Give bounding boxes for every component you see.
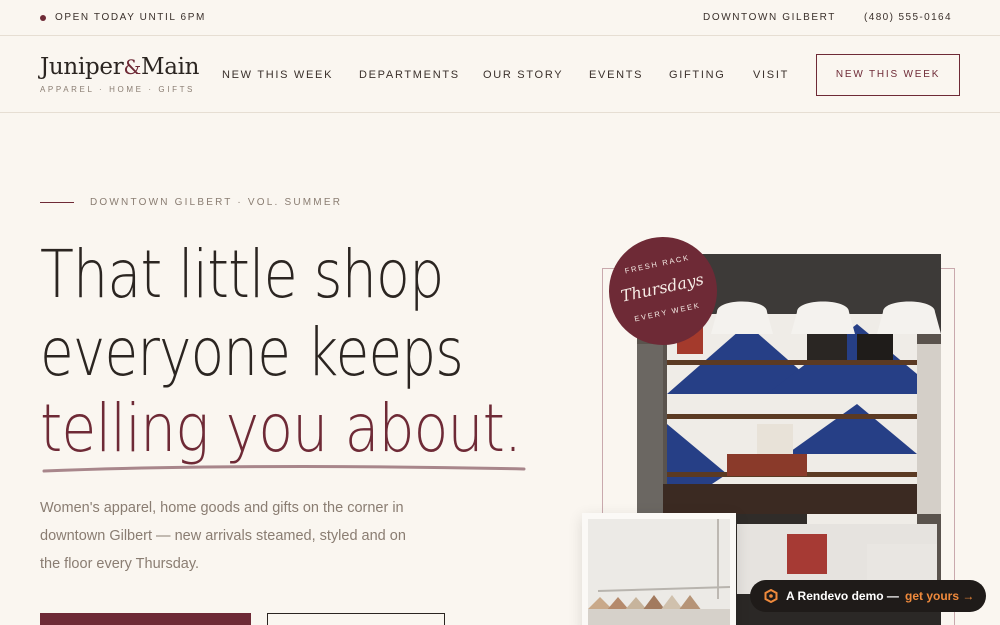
headline-line-3: telling you about. [40,390,522,467]
store-hours: OPEN TODAY UNTIL 6PM [55,12,206,23]
nav-our-story[interactable]: OUR STORY [483,69,563,81]
brand-logo[interactable]: Juniper&Main [40,54,199,80]
headline-underline [42,465,526,473]
status-dot-icon [40,15,46,21]
brand-name-part2: Main [140,54,200,80]
eyebrow-divider [40,202,74,203]
headline-line-1: That little shop [40,236,444,313]
phone-link[interactable]: (480) 555-0164 [864,12,952,23]
primary-cta-button[interactable] [40,613,251,625]
clothing-rack-photo [582,513,736,625]
store-location-link[interactable]: DOWNTOWN GILBERT [703,12,836,23]
hero-eyebrow: DOWNTOWN GILBERT · VOL. SUMMER [90,197,343,208]
brand-tagline: APPAREL · HOME · GIFTS [40,85,195,94]
nav-new-this-week[interactable]: NEW THIS WEEK [222,69,333,81]
demo-pill-cta-link[interactable]: get yours → [905,580,974,612]
nav-gifting[interactable]: GIFTING [669,69,726,81]
headline-line-2: everyone keeps [40,314,464,391]
nav-visit[interactable]: VISIT [753,69,789,81]
hero-subtext: Women's apparel, home goods and gifts on… [40,500,406,572]
demo-pill[interactable]: A Rendevo demo — get yours → [750,580,986,612]
secondary-cta-button[interactable] [267,613,445,625]
nav-events[interactable]: EVENTS [589,69,643,81]
utility-bar: OPEN TODAY UNTIL 6PM DOWNTOWN GILBERT (4… [0,0,1000,36]
demo-pill-text: A Rendevo demo — [786,589,899,603]
rendevo-logo-icon [764,589,778,603]
main-nav: Juniper&Main APPAREL · HOME · GIFTS NEW … [0,37,1000,113]
new-this-week-button[interactable]: NEW THIS WEEK [816,54,960,96]
brand-name-part1: Juniper [40,54,124,80]
brand-ampersand: & [123,55,141,79]
nav-departments[interactable]: DEPARTMENTS [359,69,460,81]
